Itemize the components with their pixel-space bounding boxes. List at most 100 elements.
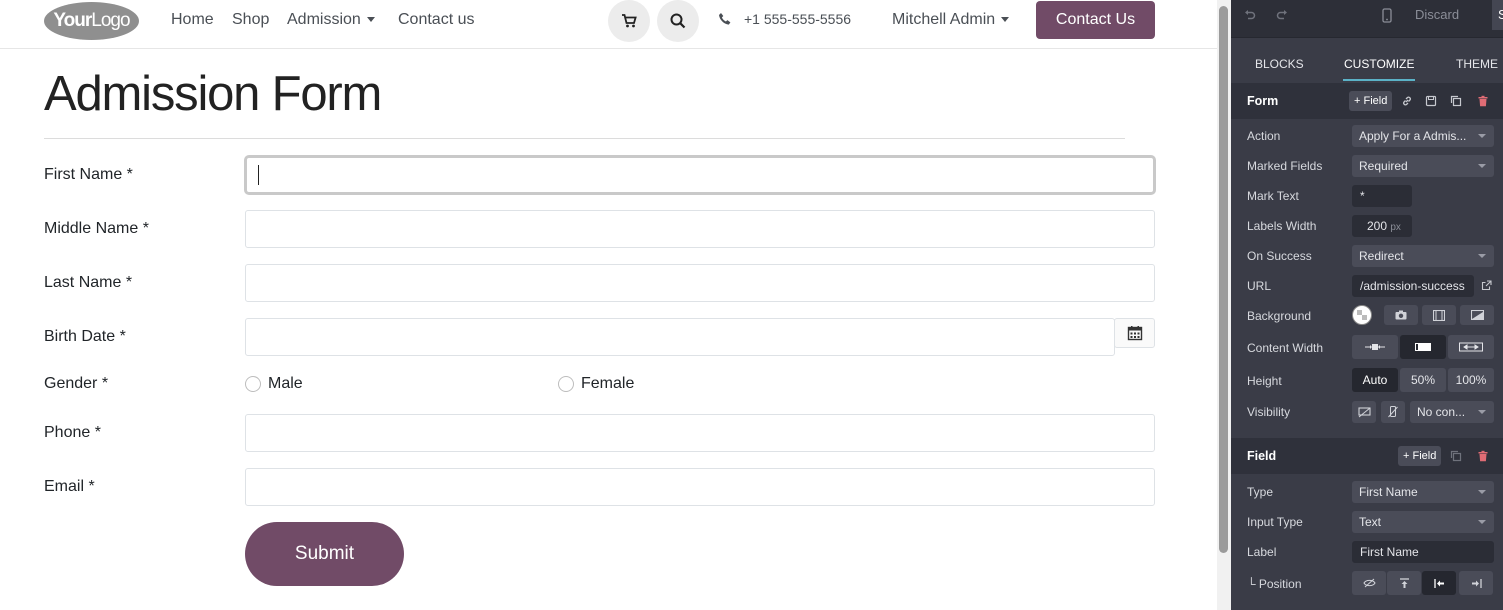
action-select[interactable]: Apply For a Admis... xyxy=(1352,125,1494,147)
labels-width-unit: px xyxy=(1390,222,1401,233)
nav-contact[interactable]: Contact us xyxy=(398,10,474,30)
width-regular-button[interactable] xyxy=(1400,335,1446,359)
width-small-button[interactable] xyxy=(1352,335,1398,359)
width-full-button[interactable] xyxy=(1448,335,1494,359)
url-input[interactable]: /admission-success xyxy=(1352,275,1474,297)
open-url-button[interactable] xyxy=(1479,278,1493,292)
link-button[interactable] xyxy=(1398,92,1416,110)
marked-fields-label: Marked Fields xyxy=(1247,159,1323,173)
active-tab-indicator xyxy=(1343,79,1415,81)
search-button[interactable] xyxy=(657,0,699,42)
cart-icon xyxy=(622,14,637,28)
content-width-label: Content Width xyxy=(1247,341,1324,355)
search-icon xyxy=(670,13,686,29)
field-label-input[interactable]: First Name xyxy=(1352,541,1494,563)
background-shape-button[interactable] xyxy=(1460,305,1494,325)
logo-text-bold: Your xyxy=(53,10,92,31)
width-regular-icon xyxy=(1415,343,1431,351)
label-right-icon xyxy=(1471,578,1482,588)
nav-shop[interactable]: Shop xyxy=(232,10,269,30)
gender-female-radio[interactable] xyxy=(558,376,574,392)
phone-number: +1 555-555-5556 xyxy=(744,11,852,27)
trash-icon xyxy=(1478,95,1488,107)
middle-name-input[interactable] xyxy=(245,210,1155,248)
on-success-label: On Success xyxy=(1247,249,1312,263)
discard-button[interactable]: Discard xyxy=(1415,0,1459,30)
contact-us-button[interactable]: Contact Us xyxy=(1036,1,1155,39)
cart-button[interactable] xyxy=(608,0,650,42)
phone-icon xyxy=(719,13,731,25)
date-picker-button[interactable] xyxy=(1114,318,1155,348)
chevron-down-icon xyxy=(1478,164,1486,168)
height-auto-button[interactable]: Auto xyxy=(1352,368,1398,392)
floppy-icon xyxy=(1425,95,1437,107)
mobile-hidden-icon xyxy=(1388,406,1398,418)
hide-desktop-button[interactable] xyxy=(1352,401,1376,423)
editor-toolbar: Discard Save xyxy=(1231,0,1503,38)
last-name-input[interactable] xyxy=(245,264,1155,302)
on-success-value: Redirect xyxy=(1359,249,1404,263)
gender-male-radio[interactable] xyxy=(245,376,261,392)
duplicate-field-button[interactable] xyxy=(1447,447,1465,465)
type-select[interactable]: First Name xyxy=(1352,481,1494,503)
field-label-label: Label xyxy=(1247,545,1277,559)
nav-admission[interactable]: Admission xyxy=(287,10,375,30)
email-input[interactable] xyxy=(245,468,1155,506)
phone-input[interactable] xyxy=(245,414,1155,452)
phone-link[interactable]: +1 555-555-5556 xyxy=(718,11,851,27)
delete-field-button[interactable] xyxy=(1474,447,1492,465)
height-100-button[interactable]: 100% xyxy=(1448,368,1494,392)
gender-female-label: Female xyxy=(581,375,635,392)
save-button[interactable]: Save xyxy=(1492,0,1503,30)
add-field-button[interactable]: + Field xyxy=(1349,91,1393,111)
mobile-preview-button[interactable] xyxy=(1378,5,1396,25)
save-block-button[interactable] xyxy=(1422,92,1440,110)
height-50-button[interactable]: 50% xyxy=(1400,368,1446,392)
action-value: Apply For a Admis... xyxy=(1359,129,1467,143)
website-preview: YourLogo Home Shop Admission Contact us … xyxy=(0,0,1217,610)
position-hidden-button[interactable] xyxy=(1352,571,1386,595)
external-link-icon xyxy=(1481,279,1492,290)
position-label: └ Position xyxy=(1247,577,1302,591)
background-label: Background xyxy=(1247,309,1312,323)
eye-slash-icon xyxy=(1362,578,1376,588)
on-success-select[interactable]: Redirect xyxy=(1352,245,1494,267)
form-section-header: Form + Field xyxy=(1231,83,1503,119)
transparent-pattern-icon xyxy=(1357,310,1367,320)
mark-text-input[interactable]: * xyxy=(1352,185,1412,207)
user-menu[interactable]: Mitchell Admin xyxy=(892,10,1010,30)
position-left-button[interactable] xyxy=(1422,571,1456,595)
duplicate-button[interactable] xyxy=(1447,92,1465,110)
redo-button[interactable] xyxy=(1273,6,1291,24)
desktop-hidden-icon xyxy=(1357,406,1371,417)
mobile-icon xyxy=(1382,7,1392,23)
submit-button[interactable]: Submit xyxy=(245,522,404,586)
visibility-select[interactable]: No con... xyxy=(1410,401,1494,423)
labels-width-input[interactable]: 200 px xyxy=(1352,215,1412,237)
marked-fields-select[interactable]: Required xyxy=(1352,155,1494,177)
first-name-input[interactable] xyxy=(244,155,1156,195)
background-color-swatch[interactable] xyxy=(1352,305,1372,325)
input-type-label: Input Type xyxy=(1247,515,1303,529)
delete-button[interactable] xyxy=(1474,92,1492,110)
position-right-button[interactable] xyxy=(1459,571,1493,595)
add-field-button[interactable]: + Field xyxy=(1398,446,1442,466)
chevron-down-icon xyxy=(1478,490,1486,494)
navbar: YourLogo Home Shop Admission Contact us … xyxy=(0,0,1217,49)
site-logo[interactable]: YourLogo xyxy=(44,2,139,40)
action-label: Action xyxy=(1247,129,1281,143)
tab-customize[interactable]: CUSTOMIZE xyxy=(1344,57,1414,71)
labels-width-label: Labels Width xyxy=(1247,219,1317,233)
position-top-button[interactable] xyxy=(1387,571,1421,595)
input-type-value: Text xyxy=(1359,515,1382,529)
nav-home[interactable]: Home xyxy=(171,10,214,30)
undo-button[interactable] xyxy=(1241,6,1259,24)
hide-mobile-button[interactable] xyxy=(1381,401,1405,423)
background-video-button[interactable] xyxy=(1422,305,1456,325)
input-type-select[interactable]: Text xyxy=(1352,511,1494,533)
tab-blocks[interactable]: BLOCKS xyxy=(1255,57,1304,71)
background-image-button[interactable] xyxy=(1384,305,1418,325)
tab-theme[interactable]: THEME xyxy=(1456,57,1498,71)
page-scrollbar-thumb[interactable] xyxy=(1219,6,1228,553)
birth-date-input[interactable] xyxy=(245,318,1115,356)
